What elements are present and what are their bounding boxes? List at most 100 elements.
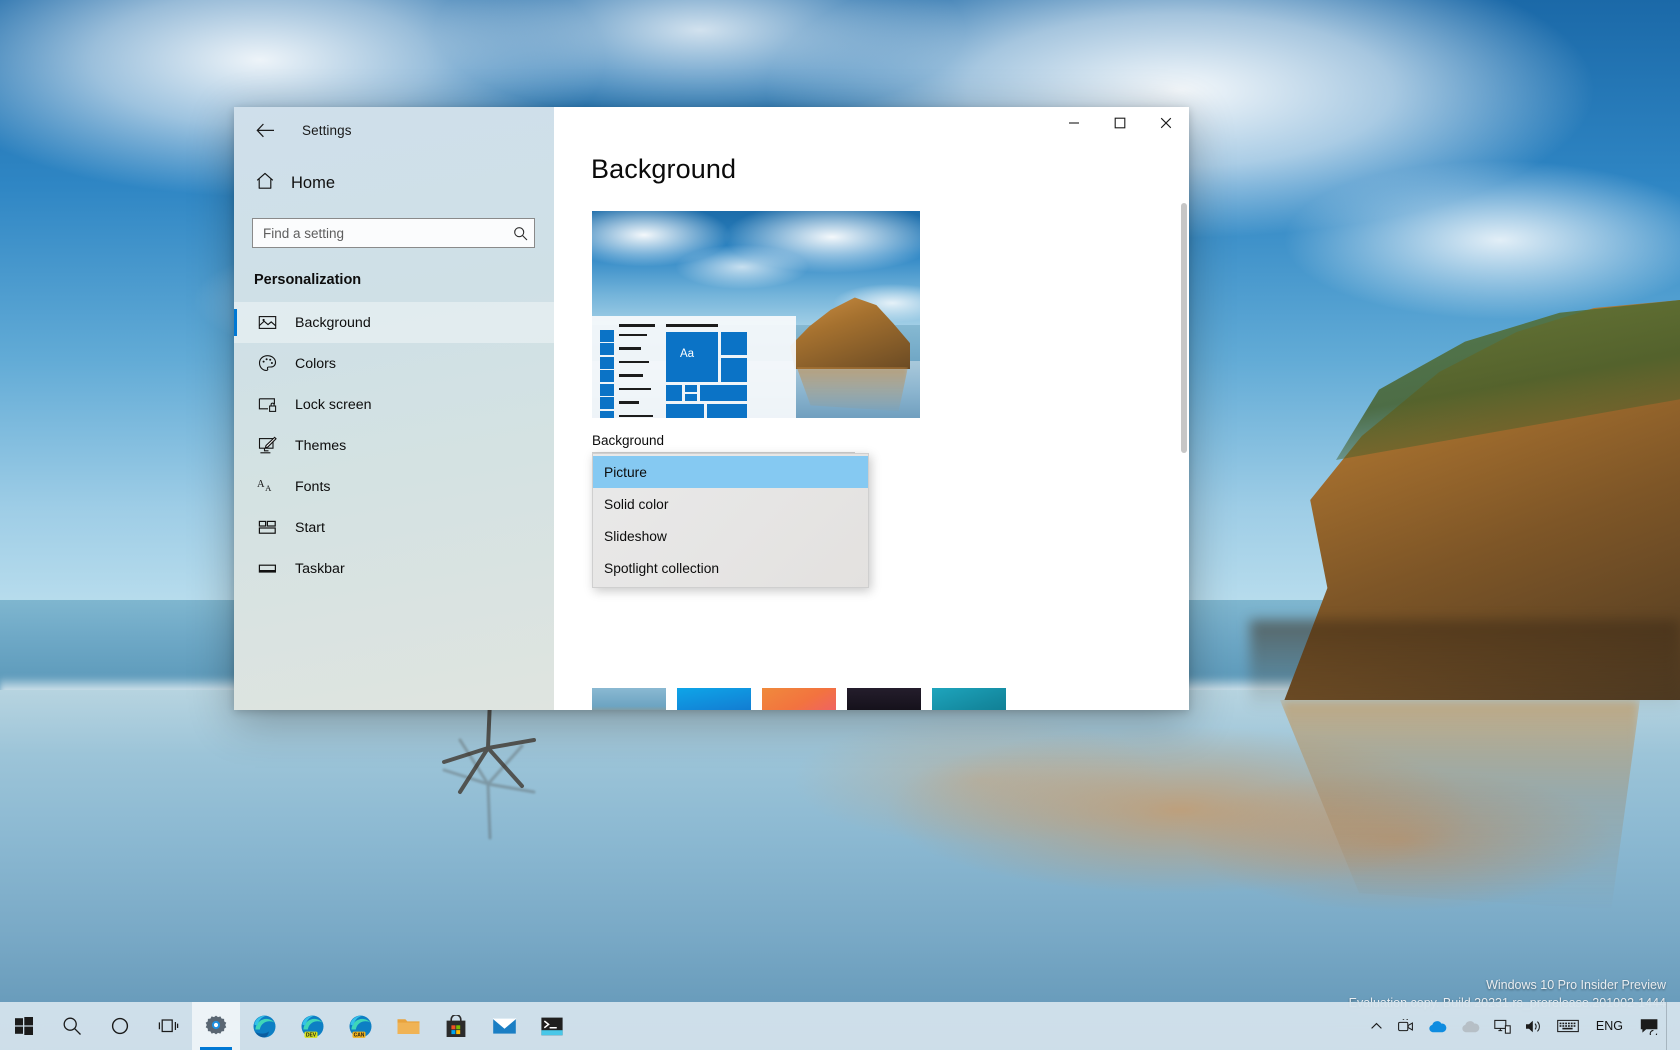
taskbar[interactable]: DEV CAN [0,1002,1680,1050]
network[interactable] [1487,1002,1518,1050]
close-icon[interactable] [1143,107,1189,139]
window-caption-buttons [1051,107,1189,139]
page-title: Background [591,154,736,185]
sidebar-item-start[interactable]: Start [234,507,554,548]
sidebar-item-start-label: Start [295,520,325,536]
search-icon [62,1016,82,1036]
underwater-teal-thumbnail[interactable] [932,688,1006,710]
vertical-scrollbar[interactable] [1181,203,1187,673]
action-center-icon [1640,1018,1659,1035]
terminal-task[interactable] [528,1002,576,1050]
dropdown-option-slideshow[interactable]: Slideshow [593,520,868,552]
file-explorer-task[interactable] [384,1002,432,1050]
task-view-button[interactable] [144,1002,192,1050]
start-tiles-icon [257,518,277,538]
sidebar-item-lock-screen[interactable]: Lock screen [234,384,554,425]
settings-navigation-pane: Settings Home Person [234,107,554,710]
settings-titlebar[interactable]: Settings [234,107,554,153]
brush-icon [257,436,277,456]
svg-text:A: A [257,479,265,490]
nav-group-title: Personalization [254,272,554,288]
night-aurora-thumbnail[interactable] [847,688,921,710]
edge-dev-icon: DEV [300,1014,325,1039]
gear-icon [204,1014,228,1038]
edge-canary-icon: CAN [348,1014,373,1039]
blue-gradient-thumbnail[interactable] [677,688,751,710]
speaker-icon [1525,1019,1543,1034]
edge-task[interactable] [240,1002,288,1050]
font-aa-icon: A A [257,477,277,497]
wallpaper-driftwood-reflection [430,720,550,840]
scrollbar-thumb[interactable] [1181,203,1187,453]
sidebar-item-colors-label: Colors [295,356,336,372]
taskbar-icon [257,559,277,579]
settings-window[interactable]: Settings Home Person [234,107,1189,710]
edge-icon [252,1014,277,1039]
chevron-up-icon [1370,1020,1383,1033]
desktop-wallpaper[interactable]: Settings Home Person [0,0,1680,1050]
sidebar-item-home-label: Home [291,174,335,193]
settings-task[interactable] [192,1002,240,1050]
preview-start-menu: Aa [592,316,796,418]
action-center-button[interactable] [1633,1002,1666,1050]
onedrive[interactable] [1421,1002,1454,1050]
cloud-blue-icon [1428,1020,1447,1033]
keyboard-icon [1557,1019,1579,1033]
picture-thumbnail-list [592,688,1006,710]
search-icon[interactable] [508,222,532,244]
edge-canary-task[interactable]: CAN [336,1002,384,1050]
search-box[interactable] [252,218,536,248]
picture-icon [257,313,277,333]
minimize-icon[interactable] [1051,107,1097,139]
camera-icon [1397,1019,1414,1034]
terminal-icon [540,1016,564,1037]
mail-task[interactable] [480,1002,528,1050]
search-button[interactable] [48,1002,96,1050]
sidebar-item-background[interactable]: Background [234,302,554,343]
microsoft-store-task[interactable] [432,1002,480,1050]
wallpaper-cliff-shadow [1250,620,1680,710]
beach-driftwood-thumbnail[interactable] [592,688,666,710]
taskbar-pinned-apps: DEV CAN [0,1002,576,1050]
cortana-button[interactable] [96,1002,144,1050]
sidebar-item-fonts-label: Fonts [295,479,330,495]
start-button[interactable] [0,1002,48,1050]
home-icon [255,171,275,196]
cloud-grey-icon [1461,1020,1480,1033]
back-arrow-icon[interactable] [248,115,282,145]
system-tray: ENG [1363,1002,1680,1050]
onedrive-personal[interactable] [1454,1002,1487,1050]
touch-keyboard[interactable] [1550,1002,1586,1050]
edge-dev-task[interactable]: DEV [288,1002,336,1050]
mail-envelope-icon [492,1016,517,1036]
show-hidden-icons[interactable] [1363,1002,1390,1050]
dropdown-option-spotlight-collection[interactable]: Spotlight collection [593,552,868,584]
show-desktop-button[interactable] [1666,1002,1674,1050]
search-input[interactable] [252,218,535,248]
preview-app-list [600,324,662,418]
lock-screen-icon [257,395,277,415]
meet-now[interactable] [1390,1002,1421,1050]
folder-icon [396,1015,421,1037]
svg-text:A: A [265,483,272,493]
sidebar-item-themes[interactable]: Themes [234,425,554,466]
settings-content-pane: Background [554,107,1189,710]
sidebar-item-taskbar[interactable]: Taskbar [234,548,554,589]
volume[interactable] [1518,1002,1550,1050]
background-type-dropdown[interactable]: Picture Solid color Slideshow Spotlight … [592,453,869,588]
sidebar-item-taskbar-label: Taskbar [295,561,345,577]
language-indicator[interactable]: ENG [1586,1002,1633,1050]
background-section-label: Background [592,433,664,448]
svg-text:CAN: CAN [353,1032,364,1038]
orange-sunset-thumbnail[interactable] [762,688,836,710]
dropdown-option-picture[interactable]: Picture [593,456,868,488]
desktop-preview: Aa [592,211,920,418]
sidebar-item-home[interactable]: Home [252,166,554,200]
dropdown-option-solid-color[interactable]: Solid color [593,488,868,520]
windows-logo-icon [14,1016,34,1036]
maximize-icon[interactable] [1097,107,1143,139]
sidebar-item-fonts[interactable]: A A Fonts [234,466,554,507]
preview-tile-aa-text: Aa [680,348,694,360]
watermark-line-1: Windows 10 Pro Insider Preview [1349,976,1666,994]
sidebar-item-colors[interactable]: Colors [234,343,554,384]
